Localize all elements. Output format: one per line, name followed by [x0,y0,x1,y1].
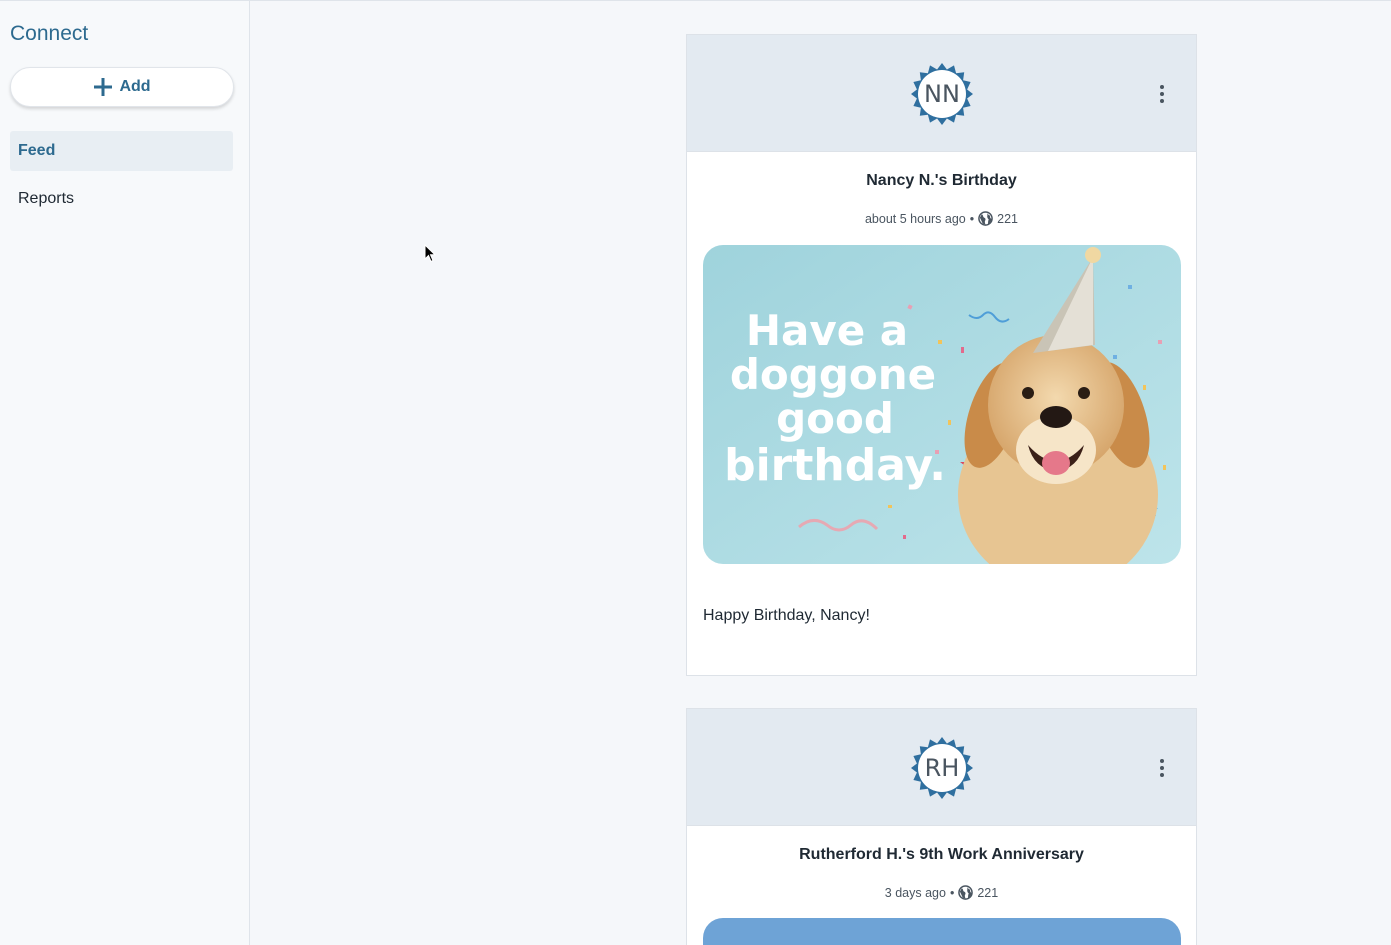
feed-post: RH Rutherford H.'s 9th Work Anniversary … [686,708,1197,945]
post-menu-button[interactable] [1152,756,1172,780]
globe-icon [978,211,993,226]
globe-icon [958,885,974,900]
post-time: about 5 hours ago [864,211,966,226]
app-title: Connect [10,22,89,45]
post-header: RH [687,709,1196,826]
image-text-line: birthday. [724,440,946,491]
sidebar: Connect Add Feed Reports [0,0,250,945]
post-views: 221 [977,885,999,900]
post-meta: about 5 hours ago • 221 [687,211,1196,226]
add-button[interactable]: Add [10,67,234,107]
post-title: Nancy N.'s Birthday [866,172,1017,189]
sidebar-item-label: Reports [18,190,75,207]
post-time: 3 days ago [884,885,946,900]
kebab-menu-icon [1160,85,1164,89]
kebab-menu-icon [1160,759,1164,763]
image-text-line: Have a [746,306,908,355]
top-divider [250,0,1391,1]
avatar: NN [910,62,974,126]
avatar-initials: NN [924,80,960,108]
meta-separator: • [969,211,975,226]
feed-post: NN Nancy N.'s Birthday about 5 hours ago… [686,34,1197,676]
post-meta: 3 days ago • 221 [687,885,1196,900]
sidebar-item-feed[interactable]: Feed [10,131,233,171]
birthday-card-image[interactable]: Have a doggone good birthday. [703,245,1181,564]
avatar-initials: RH [924,754,960,782]
birthday-dog-illustration: Have a doggone good birthday. [703,245,1181,564]
add-button-label: Add [119,78,151,95]
image-text-line: good [776,394,894,443]
sidebar-item-label: Feed [18,142,56,159]
post-header: NN [687,35,1196,152]
sidebar-item-reports[interactable]: Reports [10,179,233,219]
post-views: 221 [997,211,1019,226]
post-menu-button[interactable] [1152,82,1172,106]
post-message: Happy Birthday, Nancy! [703,607,870,624]
post-title: Rutherford H.'s 9th Work Anniversary [799,846,1084,863]
avatar: RH [910,736,974,800]
image-text-line: doggone [730,350,936,399]
anniversary-card-image[interactable] [703,918,1181,945]
mouse-cursor-icon [424,244,436,263]
meta-separator: • [949,885,955,900]
plus-icon [94,78,113,96]
